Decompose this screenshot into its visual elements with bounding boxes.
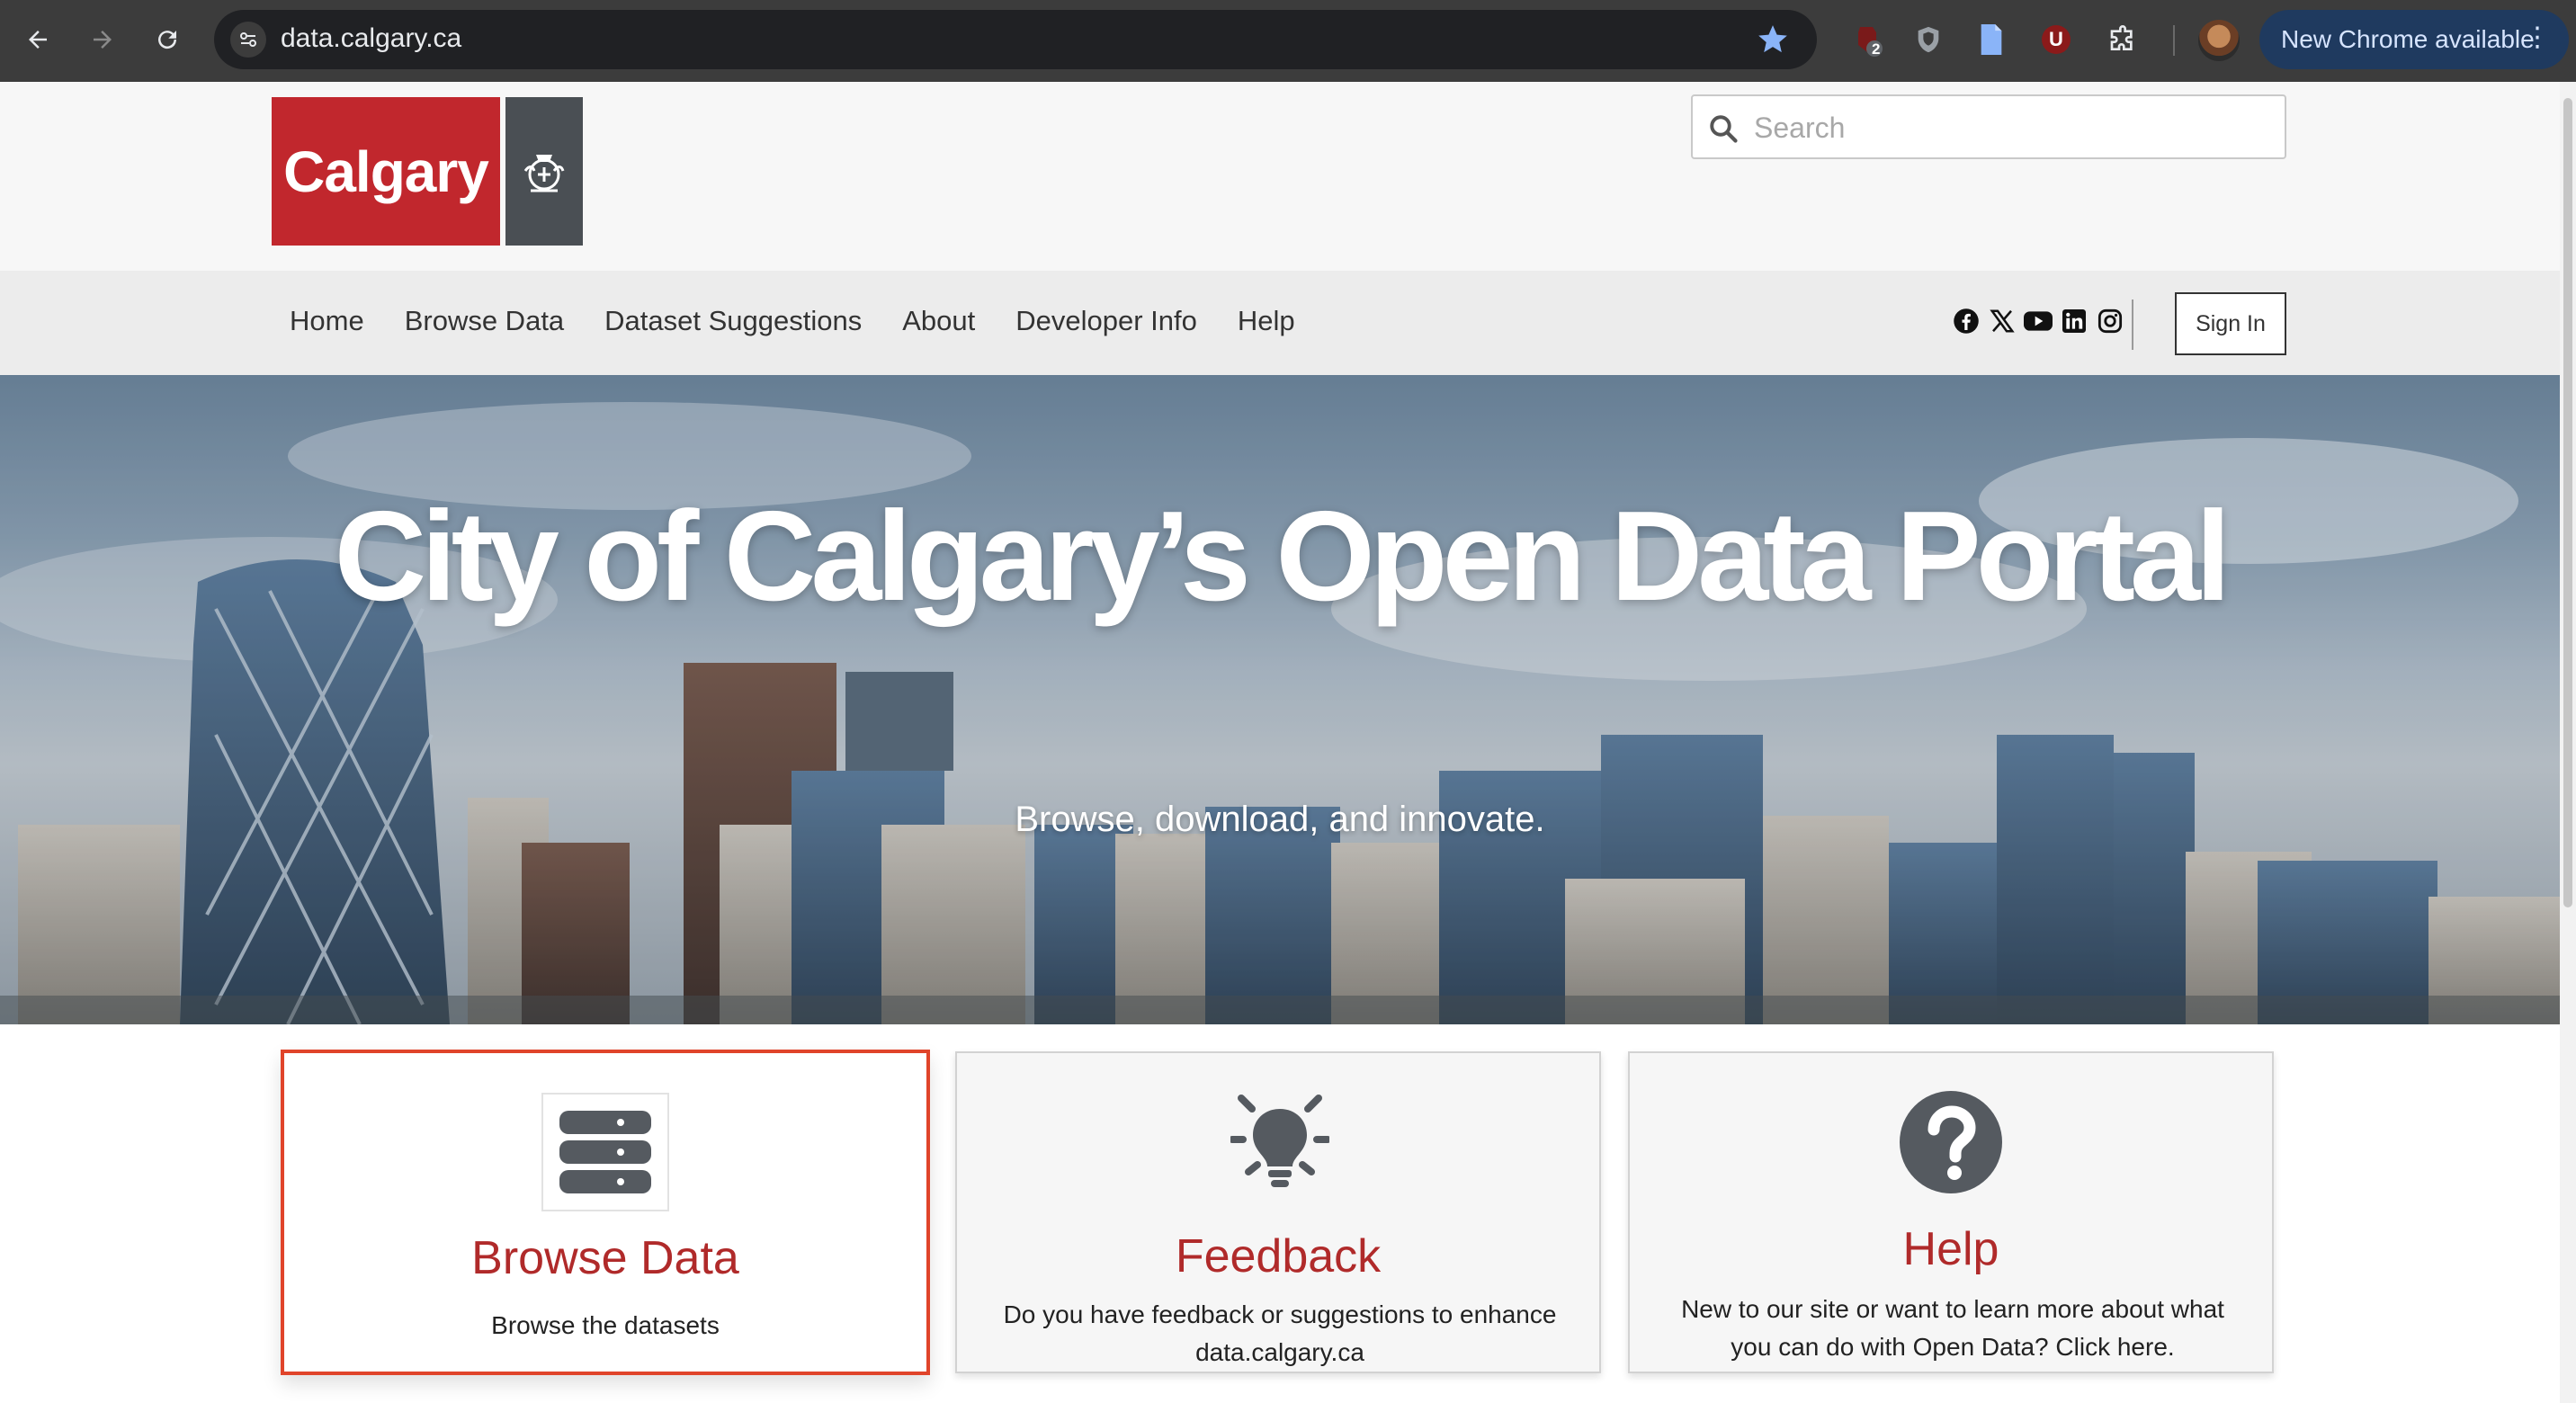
sign-in-button[interactable]: Sign In — [2175, 292, 2286, 355]
lightbulb-icon — [1230, 1095, 1329, 1187]
u-extension-letter: U — [2049, 28, 2063, 50]
help-card-description: New to our site or want to learn more ab… — [1681, 1295, 2224, 1361]
nav-item-dataset-suggestions[interactable]: Dataset Suggestions — [604, 305, 862, 337]
ublock-extension-icon[interactable]: 2 — [1846, 20, 1885, 59]
question-circle-icon — [1900, 1091, 2002, 1193]
nav-menu: Home Browse Data Dataset Suggestions Abo… — [290, 305, 1295, 337]
feedback-card[interactable]: Feedback Do you have feedback or suggest… — [955, 1051, 1601, 1373]
page-scrollbar[interactable] — [2560, 82, 2576, 1403]
social-links — [1952, 307, 2124, 335]
hero-subtitle: Browse, download, and innovate. — [1015, 800, 1545, 839]
search-box[interactable] — [1691, 94, 2286, 159]
site-header: Calgary — [0, 82, 2560, 271]
coat-of-arms-icon — [500, 97, 583, 246]
nav-divider — [2132, 299, 2133, 350]
back-button[interactable] — [14, 16, 61, 63]
x-icon[interactable] — [1988, 307, 2017, 335]
web-page: Calgary Home Browse Data Dataset Suggest… — [0, 82, 2560, 1403]
shield-extension-icon[interactable] — [1909, 20, 1948, 59]
back-arrow-icon — [29, 31, 47, 49]
search-icon — [1710, 115, 1738, 143]
search-input[interactable] — [1754, 105, 2258, 150]
youtube-icon[interactable] — [2024, 307, 2053, 335]
update-chrome-label: New Chrome available — [2281, 25, 2535, 53]
more-menu-icon[interactable]: ⋮ — [2524, 24, 2551, 51]
extension-badge: 2 — [1872, 40, 1881, 58]
address-bar[interactable]: data.calgary.ca — [214, 10, 1817, 69]
help-card-title: Help — [1902, 1223, 1999, 1275]
browse-data-card[interactable]: Browse Data Browse the datasets — [281, 1050, 930, 1375]
nav-item-browse-data[interactable]: Browse Data — [405, 305, 564, 337]
site-settings-icon[interactable] — [230, 22, 266, 58]
nav-item-about[interactable]: About — [902, 305, 975, 337]
help-card[interactable]: Help New to our site or want to learn mo… — [1628, 1051, 2274, 1373]
forward-arrow-icon — [94, 31, 112, 49]
nav-item-developer-info[interactable]: Developer Info — [1015, 305, 1197, 337]
feature-cards: Browse Data Browse the datasets Feedback… — [0, 1024, 2560, 1403]
feedback-card-description: Do you have feedback or suggestions to e… — [1003, 1300, 1557, 1366]
linkedin-icon[interactable] — [2060, 307, 2089, 335]
nav-item-home[interactable]: Home — [290, 305, 364, 337]
profile-avatar[interactable] — [2198, 20, 2240, 61]
nav-item-help[interactable]: Help — [1238, 305, 1295, 337]
forward-button[interactable] — [79, 16, 126, 63]
u-extension-icon[interactable]: U — [2036, 20, 2076, 59]
toolbar-divider — [2173, 25, 2175, 56]
reload-icon — [158, 31, 177, 49]
update-chrome-button[interactable]: New Chrome available ⋮ — [2259, 10, 2569, 69]
document-extension-icon[interactable] — [1972, 20, 2011, 59]
hero-title: City of Calgary’s Open Data Portal — [334, 485, 2232, 628]
feedback-card-title: Feedback — [1175, 1230, 1382, 1282]
bookmark-star-icon[interactable] — [1756, 22, 1790, 61]
browser-toolbar: data.calgary.ca 2 U New Chrome available… — [0, 0, 2576, 82]
browse-data-card-title: Browse Data — [471, 1232, 739, 1284]
hero-banner: City of Calgary’s Open Data Portal Brows… — [0, 375, 2560, 1024]
database-icon — [541, 1093, 669, 1211]
scrollbar-thumb[interactable] — [2563, 98, 2572, 907]
calgary-logo[interactable]: Calgary — [272, 97, 583, 246]
city-skyline-image — [0, 375, 2560, 1024]
browse-data-card-description: Browse the datasets — [491, 1311, 720, 1339]
main-navigation: Home Browse Data Dataset Suggestions Abo… — [0, 271, 2560, 375]
logo-wordmark: Calgary — [272, 97, 500, 246]
instagram-icon[interactable] — [2096, 307, 2124, 335]
facebook-icon[interactable] — [1952, 307, 1981, 335]
extensions-puzzle-icon[interactable] — [2103, 20, 2142, 59]
url-text: data.calgary.ca — [281, 23, 462, 53]
reload-button[interactable] — [144, 16, 191, 63]
